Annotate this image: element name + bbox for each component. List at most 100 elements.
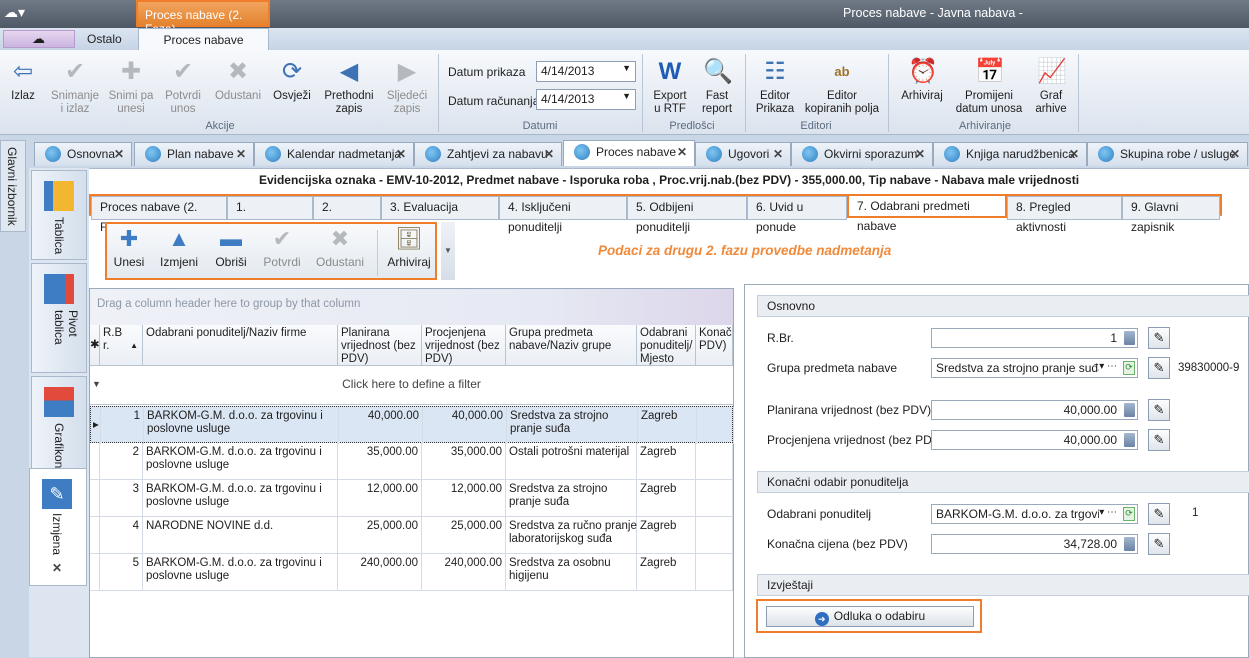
cell-mjesto[interactable]: Zagreb — [637, 517, 696, 554]
column-planirana[interactable]: Planirana vrijednost (bez PDV) — [338, 325, 422, 366]
cell-konacna[interactable] — [696, 480, 733, 517]
izlaz-button[interactable]: ⇦ Izlaz — [6, 58, 40, 103]
cell-rb[interactable]: 4 — [100, 517, 143, 554]
arhiviraj-button[interactable]: ⏰ Arhiviraj — [898, 58, 946, 103]
close-icon[interactable]: ✕ — [915, 143, 925, 165]
cell-mjesto[interactable]: Zagreb — [638, 407, 697, 444]
subtab-evaluacija[interactable]: 3. Evaluacija ponuda — [381, 196, 499, 234]
cell-grupa[interactable]: Sredstva za osobnu higijenu — [506, 554, 637, 591]
cell-rb[interactable]: 2 — [100, 443, 143, 480]
cell-firma[interactable]: BARKOM-G.M. d.o.o. za trgovinu i poslovn… — [144, 407, 339, 444]
toolbar-overflow-button[interactable]: ▼ — [441, 222, 455, 280]
potvrdi-button[interactable]: ✔ Potvrdi unos — [158, 58, 208, 116]
cell-plan[interactable]: 12,000.00 — [338, 480, 422, 517]
cell-proc[interactable]: 40,000.00 — [423, 407, 507, 444]
column-procjenjena[interactable]: Procjenjena vrijednost (bez PDV) — [422, 325, 506, 366]
table-row[interactable]: 4 NARODNE NOVINE d.d. 25,000.00 25,000.00 Sr… — [90, 517, 733, 554]
cell-plan[interactable]: 240,000.00 — [338, 554, 422, 591]
editor-prikaza-button[interactable]: ☷ Editor Prikaza — [753, 58, 797, 116]
cell-konacna[interactable] — [696, 443, 733, 480]
rbr-field[interactable]: 1 — [931, 328, 1138, 348]
spin-icon[interactable] — [1124, 403, 1135, 417]
procjenjena-field[interactable]: 40,000.00 — [931, 430, 1138, 450]
edit-grupa-button[interactable]: ✎ — [1148, 357, 1170, 379]
dropdown-icon[interactable]: ▾ ⋯ — [1099, 361, 1117, 372]
export-rtf-button[interactable]: W Export u RTF — [650, 58, 690, 116]
chevron-down-icon[interactable]: ▼ — [622, 91, 631, 101]
nav-grafikon[interactable]: Grafikon — [31, 376, 87, 471]
table-row[interactable]: 3 BARKOM-G.M. d.o.o. za trgovinu i poslov… — [90, 480, 733, 517]
tab-ostalo[interactable]: Ostalo — [87, 28, 122, 50]
close-icon[interactable]: ✕ — [52, 561, 62, 575]
datum-racunanja-input[interactable]: 4/14/2013 ▼ — [536, 89, 636, 110]
column-grupa[interactable]: Grupa predmeta nabave/Naziv grupe — [506, 325, 637, 366]
cell-firma[interactable]: BARKOM-G.M. d.o.o. za trgovinu i poslovn… — [143, 554, 338, 591]
odustani-button[interactable]: ✖ Odustani — [313, 224, 367, 270]
cell-proc[interactable]: 25,000.00 — [422, 517, 506, 554]
close-icon[interactable]: ✕ — [1069, 143, 1079, 165]
doc-tab-skupina[interactable]: Skupina robe / usluge ✕ — [1087, 142, 1248, 166]
nav-tablica[interactable]: Tablica — [31, 170, 87, 260]
editor-kopiranih-button[interactable]: ab Editor kopiranih polja — [804, 58, 880, 116]
cell-plan[interactable]: 40,000.00 — [339, 407, 423, 444]
doc-tab-okvirni[interactable]: Okvirni sporazum ✕ — [791, 142, 933, 166]
cell-proc[interactable]: 12,000.00 — [422, 480, 506, 517]
prethodni-button[interactable]: ◀ Prethodni zapis — [320, 58, 378, 116]
column-firma[interactable]: Odabrani ponuditelj/Naziv firme — [143, 325, 338, 366]
close-icon[interactable]: ✕ — [544, 143, 554, 165]
edit-planirana-button[interactable]: ✎ — [1148, 399, 1170, 421]
subtab-odabrani[interactable]: 7. Odabrani predmeti nabave — [847, 194, 1007, 233]
doc-tab-knjiga[interactable]: Knjiga narudžbenica ✕ — [933, 142, 1087, 166]
table-row[interactable]: 2 BARKOM-G.M. d.o.o. za trgovinu i poslov… — [90, 443, 733, 480]
close-icon[interactable]: ✕ — [1230, 143, 1240, 165]
cell-proc[interactable]: 240,000.00 — [422, 554, 506, 591]
subtab-natjecatelji[interactable]: 1. Natjecatelji — [227, 196, 313, 234]
doc-tab-plan-nabave[interactable]: Plan nabave ✕ — [134, 142, 254, 166]
close-icon[interactable]: ✕ — [236, 143, 246, 165]
cell-mjesto[interactable]: Zagreb — [637, 443, 696, 480]
cell-firma[interactable]: NARODNE NOVINE d.d. — [143, 517, 338, 554]
tab-proces-nabave[interactable]: Proces nabave — [138, 28, 269, 50]
unesi-button[interactable]: ✚ Unesi — [111, 224, 147, 270]
table-row[interactable]: 5 BARKOM-G.M. d.o.o. za trgovinu i poslov… — [90, 554, 733, 591]
table-row[interactable]: ▸ 1 BARKOM-G.M. d.o.o. za trgovinu i poslo… — [90, 406, 734, 444]
cell-proc[interactable]: 35,000.00 — [422, 443, 506, 480]
fast-report-button[interactable]: 🔍 Fast report — [698, 58, 736, 116]
cell-rb[interactable]: 1 — [101, 407, 144, 444]
nav-pivot[interactable]: Pivot tablica — [31, 263, 87, 373]
refresh-icon[interactable]: ⟳ — [1123, 507, 1135, 521]
cell-rb[interactable]: 3 — [100, 480, 143, 517]
cell-mjesto[interactable]: Zagreb — [637, 480, 696, 517]
quick-access-icon[interactable]: ☁▾ — [4, 4, 34, 22]
context-tab[interactable]: Proces nabave (2. Faza) — [136, 0, 270, 36]
edit-ponuditelj-button[interactable]: ✎ — [1148, 503, 1170, 525]
osvjezi-button[interactable]: ⟳ Osvježi — [270, 58, 314, 103]
close-icon[interactable]: ✕ — [773, 143, 783, 165]
sljedeci-button[interactable]: ▶ Sljedeći zapis — [382, 58, 432, 116]
subtab-pregled[interactable]: 8. Pregled aktivnosti — [1007, 196, 1122, 234]
planirana-field[interactable]: 40,000.00 — [931, 400, 1138, 420]
doc-tab-osnovna[interactable]: Osnovna ✕ — [34, 142, 132, 166]
dropdown-icon[interactable]: ▾ ⋯ — [1099, 507, 1117, 518]
group-panel[interactable]: Drag a column header here to group by th… — [90, 289, 733, 325]
subtab-odbijeni[interactable]: 5. Odbijeni ponuditelji — [627, 196, 747, 234]
ponuditelj-field[interactable]: BARKOM-G.M. d.o.o. za trgovir ▾ ⋯ ⟳ — [931, 504, 1138, 524]
app-menu-button[interactable]: ☁ — [3, 30, 75, 48]
edit-cijena-button[interactable]: ✎ — [1148, 533, 1170, 555]
spin-icon[interactable] — [1124, 537, 1135, 551]
column-rb[interactable]: R.B r. ▲ — [100, 325, 143, 366]
odustani-button[interactable]: ✖ Odustani — [212, 58, 264, 103]
doc-tab-proces-nabave[interactable]: Proces nabave ✕ — [563, 140, 695, 166]
spin-icon[interactable] — [1124, 433, 1135, 447]
column-mjesto[interactable]: Odabrani ponuditelj/ Mjesto — [637, 325, 696, 366]
doc-tab-zahtjevi[interactable]: Zahtjevi za nabavu ✕ — [414, 142, 562, 166]
glavni-izbornik-tab[interactable]: Glavni izbornik — [0, 140, 26, 232]
close-icon[interactable]: ✕ — [114, 143, 124, 165]
cell-mjesto[interactable]: Zagreb — [637, 554, 696, 591]
izmjeni-button[interactable]: ▲ Izmjeni — [155, 224, 203, 270]
nav-izmjena[interactable]: ✎ Izmjena ✕ — [29, 468, 87, 586]
potvrdi-button[interactable]: ✔ Potvrdi — [259, 224, 305, 270]
subtab-uvid[interactable]: 6. Uvid u ponude — [747, 196, 847, 234]
snimanje-button[interactable]: ✔ Snimanje i izlaz — [47, 58, 103, 116]
grupa-field[interactable]: Sredstva za strojno pranje suđa ▾ ⋯ ⟳ — [931, 358, 1138, 378]
